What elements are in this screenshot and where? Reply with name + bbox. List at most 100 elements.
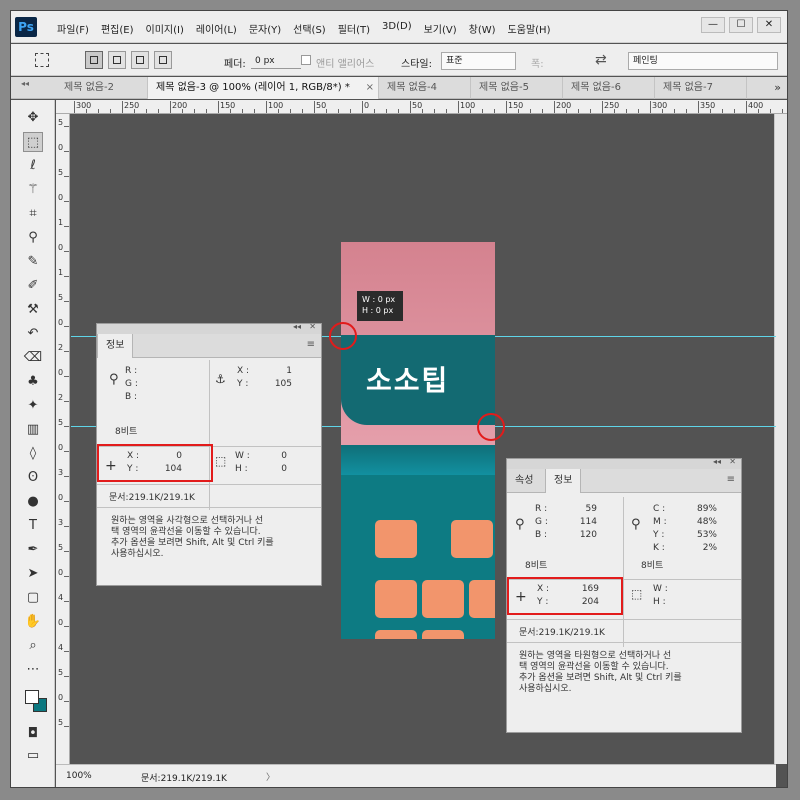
collapse-icon[interactable]: ◂◂: [713, 457, 721, 466]
style-select[interactable]: 표준: [441, 52, 516, 70]
lasso-tool-icon[interactable]: ℓ: [23, 156, 43, 176]
swap-icon[interactable]: ⇄: [595, 52, 607, 68]
status-menu-icon[interactable]: 〉: [266, 770, 275, 783]
menu-image[interactable]: 이미지(I): [146, 21, 184, 36]
crop-tool-icon[interactable]: ⌗: [23, 204, 43, 224]
highlight-box: [507, 577, 623, 615]
pen-tool-icon[interactable]: ✒: [23, 540, 43, 560]
screen-mode-icon[interactable]: ▭: [23, 746, 43, 766]
gradient-tool-icon[interactable]: ▥: [23, 420, 43, 440]
tab-close-icon[interactable]: ×: [366, 77, 374, 99]
marquee-preset-icon[interactable]: [35, 53, 49, 67]
eyedropper-tool-icon[interactable]: ⚲: [23, 228, 43, 248]
anchor-y-value: 105: [274, 379, 292, 389]
quick-mask-icon[interactable]: ◘: [23, 724, 43, 744]
sponge-tool-icon[interactable]: ●: [23, 492, 43, 512]
panel-menu-icon[interactable]: ≡: [727, 474, 735, 485]
menu-filter[interactable]: 필터(T): [338, 21, 370, 36]
ruler-tick: [566, 109, 567, 113]
menu-window[interactable]: 창(W): [469, 21, 496, 36]
dodge-tool-icon[interactable]: ʘ: [23, 468, 43, 488]
menu-view[interactable]: 보기(V): [424, 21, 457, 36]
vertical-scrollbar[interactable]: [774, 114, 787, 764]
panel-close-icon[interactable]: ✕: [309, 322, 316, 331]
ruler-label: 0: [58, 318, 64, 327]
ruler-label: 5: [58, 118, 64, 127]
pattern-tool-icon[interactable]: ✦: [23, 396, 43, 416]
tab-untitled-6[interactable]: 제목 없음-6: [563, 77, 655, 99]
ruler-label: 100: [460, 101, 476, 110]
marquee-tool-icon[interactable]: ⬚: [23, 132, 43, 152]
magic-wand-tool-icon[interactable]: ⚚: [23, 180, 43, 200]
ruler-tick: [698, 101, 699, 113]
menu-layer[interactable]: 레이어(L): [196, 21, 237, 36]
antialias-checkbox[interactable]: [301, 55, 311, 65]
divider: [623, 497, 624, 647]
collapse-icon[interactable]: ◂◂: [293, 322, 301, 331]
tab-untitled-3[interactable]: 제목 없음-3 @ 100% (레이어 1, RGB/8*) * ×: [148, 77, 379, 99]
type-tool-icon[interactable]: T: [23, 516, 43, 536]
ruler-tick: [64, 526, 69, 527]
tab-untitled-4[interactable]: 제목 없음-4: [379, 77, 471, 99]
add-selection-button[interactable]: [108, 51, 126, 69]
ruler-tick: [314, 101, 315, 113]
ruler-label: 5: [58, 543, 64, 552]
menu-select[interactable]: 선택(S): [293, 21, 326, 36]
clone-stamp-tool-icon[interactable]: ⚒: [23, 300, 43, 320]
tab-info[interactable]: 정보: [97, 334, 134, 358]
menu-file[interactable]: 파일(F): [57, 21, 89, 36]
intersect-selection-button[interactable]: [154, 51, 172, 69]
ruler-tick: [254, 109, 255, 113]
zoom-level[interactable]: 100%: [66, 771, 92, 781]
ruler-label: 150: [508, 101, 524, 110]
m-label: M :: [653, 517, 667, 527]
ruler-label: 400: [748, 101, 764, 110]
ruler-tick: [470, 109, 471, 113]
tab-untitled-5[interactable]: 제목 없음-5: [471, 77, 563, 99]
m-value: 48%: [696, 517, 717, 527]
feather-input[interactable]: 0 px: [251, 53, 301, 69]
eraser-tool-icon[interactable]: ⌫: [23, 348, 43, 368]
tab-untitled-7[interactable]: 제목 없음-7: [655, 77, 747, 99]
brush-tool-icon[interactable]: ✐: [23, 276, 43, 296]
ruler-tick: [64, 501, 69, 502]
tab-info[interactable]: 정보: [545, 469, 582, 493]
new-selection-button[interactable]: [85, 51, 103, 69]
menu-help[interactable]: 도움말(H): [508, 21, 551, 36]
ruler-tick: [98, 109, 99, 113]
path-selection-tool-icon[interactable]: ➤: [23, 564, 43, 584]
tab-properties[interactable]: 속성: [507, 469, 541, 493]
tab-untitled-2[interactable]: 제목 없음-2: [56, 77, 148, 99]
panel-close-icon[interactable]: ✕: [729, 457, 736, 466]
panel-menu-icon[interactable]: ≡: [307, 339, 315, 350]
more-tools-icon[interactable]: ⋯: [23, 660, 43, 680]
foreground-color-swatch[interactable]: [25, 690, 39, 704]
blur-tool-icon[interactable]: ◊: [23, 444, 43, 464]
menu-edit[interactable]: 편집(E): [101, 21, 134, 36]
ruler-tick: [602, 101, 603, 113]
menu-type[interactable]: 문자(Y): [249, 21, 281, 36]
tab-overflow-icon[interactable]: »: [774, 77, 781, 99]
stamp-tool-icon[interactable]: ♣: [23, 372, 43, 392]
minimize-button[interactable]: —: [701, 17, 725, 33]
subtract-selection-button[interactable]: [131, 51, 149, 69]
shape-tool-icon[interactable]: ▢: [23, 588, 43, 608]
ruler-label: 3: [58, 468, 64, 477]
healing-brush-tool-icon[interactable]: ✎: [23, 252, 43, 272]
zoom-tool-icon[interactable]: ⌕: [23, 636, 43, 656]
r-value: 59: [585, 504, 597, 514]
ruler-tick: [614, 109, 615, 113]
toolbar-collapse-icon[interactable]: ◂◂: [21, 79, 29, 88]
hand-tool-icon[interactable]: ✋: [23, 612, 43, 632]
ruler-label: 0: [58, 693, 64, 702]
menu-3d[interactable]: 3D(D): [382, 21, 412, 36]
eyedropper-icon: ⚲: [515, 517, 525, 532]
history-brush-tool-icon[interactable]: ↶: [23, 324, 43, 344]
ruler-tick: [278, 109, 279, 113]
ruler-tick: [64, 401, 69, 402]
move-tool-icon[interactable]: ✥: [23, 108, 43, 128]
close-button[interactable]: ✕: [757, 17, 781, 33]
size-tooltip: W : 0 px H : 0 px: [357, 291, 403, 321]
maximize-button[interactable]: ☐: [729, 17, 753, 33]
workspace-select[interactable]: 페인팅: [628, 52, 778, 70]
